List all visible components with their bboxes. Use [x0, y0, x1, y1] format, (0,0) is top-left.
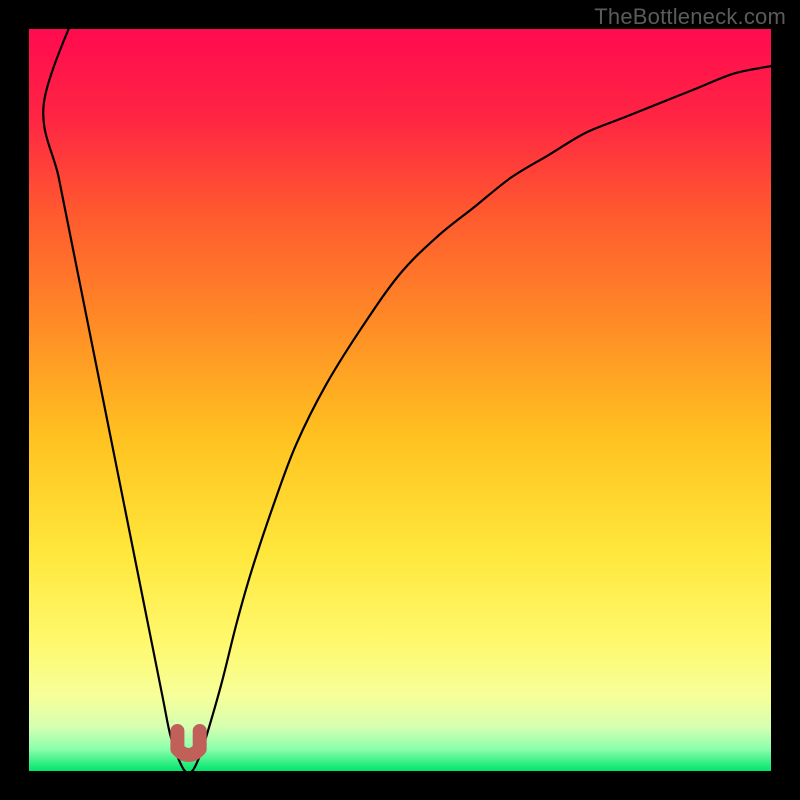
chart-stage: TheBottleneck.com — [0, 0, 800, 800]
plot-svg — [29, 29, 771, 771]
plot-area — [29, 29, 771, 771]
gradient-background — [29, 29, 771, 771]
watermark-text: TheBottleneck.com — [594, 4, 786, 30]
